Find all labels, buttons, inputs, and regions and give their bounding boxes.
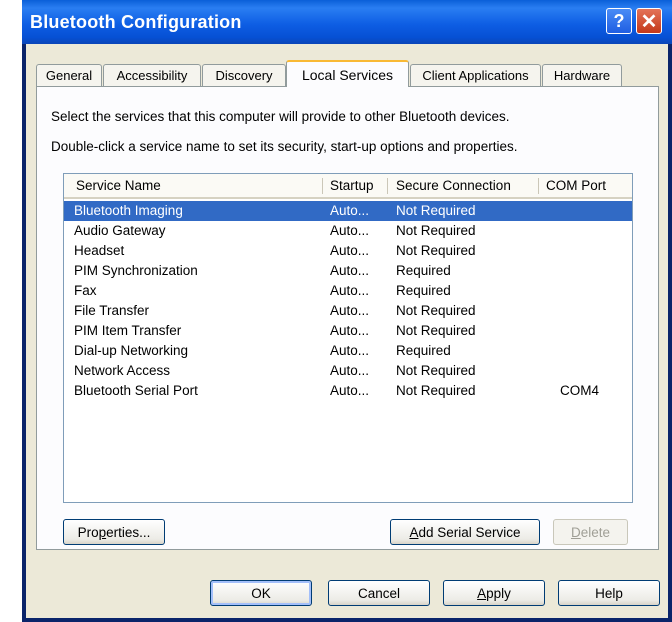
cell-secure-connection: Not Required — [396, 383, 476, 398]
table-row[interactable]: Fax Auto... Required — [64, 281, 632, 301]
button-label: erties... — [106, 524, 151, 540]
cell-startup: Auto... — [330, 283, 370, 298]
cell-secure-connection: Required — [396, 343, 451, 358]
close-icon: ✕ — [640, 10, 658, 33]
button-label: elete — [580, 524, 611, 540]
table-row[interactable]: Bluetooth Imaging Auto... Not Required — [64, 201, 632, 221]
cell-startup: Auto... — [330, 263, 370, 278]
table-row[interactable]: File Transfer Auto... Not Required — [64, 301, 632, 321]
table-row[interactable]: Audio Gateway Auto... Not Required — [64, 221, 632, 241]
table-row[interactable]: Bluetooth Serial Port Auto... Not Required… — [64, 381, 632, 401]
tab-local-services[interactable]: Local Services — [286, 60, 409, 87]
button-label: pply — [486, 585, 511, 601]
cell-service-name: Fax — [74, 283, 97, 298]
properties-button[interactable]: Pro p erties... — [63, 519, 165, 545]
cell-service-name: Bluetooth Imaging — [74, 203, 183, 218]
table-row[interactable]: Network Access Auto... Not Required — [64, 361, 632, 381]
column-divider[interactable] — [387, 178, 388, 194]
cell-service-name: Headset — [74, 243, 125, 258]
button-label: dd Serial Service — [418, 524, 521, 540]
tab-hardware[interactable]: Hardware — [542, 64, 622, 86]
cell-startup: Auto... — [330, 223, 370, 238]
tab-general[interactable]: General — [36, 64, 102, 86]
cell-service-name: PIM Item Transfer — [74, 323, 182, 338]
button-label-accelerator: p — [98, 524, 107, 540]
cell-startup: Auto... — [330, 303, 370, 318]
cell-service-name: Audio Gateway — [74, 223, 166, 238]
local-services-panel: Select the services that this computer w… — [36, 86, 659, 550]
window-title: Bluetooth Configuration — [30, 12, 242, 32]
ok-button[interactable]: OK — [210, 580, 312, 606]
button-label: Pro — [77, 524, 99, 540]
column-divider[interactable] — [538, 178, 539, 194]
cell-secure-connection: Not Required — [396, 203, 476, 218]
question-mark-icon: ? — [613, 10, 625, 31]
cell-service-name: Dial-up Networking — [74, 343, 189, 358]
cell-service-name: Network Access — [74, 363, 171, 378]
delete-button[interactable]: Delete — [553, 519, 628, 545]
cell-secure-connection: Not Required — [396, 363, 476, 378]
cell-startup: Auto... — [330, 383, 370, 398]
tab-client-applications[interactable]: Client Applications — [410, 64, 541, 86]
tab-accessibility[interactable]: Accessibility — [103, 64, 201, 86]
tab-discovery[interactable]: Discovery — [202, 64, 286, 86]
button-label-accelerator: D — [570, 524, 581, 540]
cell-secure-connection: Required — [396, 283, 451, 298]
cell-startup: Auto... — [330, 203, 370, 218]
button-label-accelerator: A — [409, 524, 419, 540]
list-header: Service Name Startup Secure Connection C… — [64, 174, 632, 199]
table-row[interactable]: PIM Item Transfer Auto... Not Required — [64, 321, 632, 341]
cell-secure-connection: Not Required — [396, 223, 476, 238]
title-bar[interactable]: Bluetooth Configuration ? ✕ — [22, 0, 672, 44]
cell-secure-connection: Required — [396, 263, 451, 278]
cell-service-name: File Transfer — [74, 303, 150, 318]
cell-com-port: COM4 — [560, 383, 600, 398]
cell-startup: Auto... — [330, 363, 370, 378]
column-header-com-port[interactable]: COM Port — [546, 178, 606, 193]
table-row[interactable]: PIM Synchronization Auto... Required — [64, 261, 632, 281]
table-row[interactable]: Headset Auto... Not Required — [64, 241, 632, 261]
column-header-startup[interactable]: Startup — [330, 178, 374, 193]
button-label-accelerator: A — [477, 585, 487, 601]
cell-startup: Auto... — [330, 343, 370, 358]
add-serial-service-button[interactable]: Add Serial Service — [390, 519, 540, 545]
table-row[interactable]: Dial-up Networking Auto... Required — [64, 341, 632, 361]
description-line-2: Double-click a service name to set its s… — [51, 139, 518, 154]
cell-secure-connection: Not Required — [396, 243, 476, 258]
cell-secure-connection: Not Required — [396, 323, 476, 338]
column-header-secure-connection[interactable]: Secure Connection — [396, 178, 511, 193]
cancel-button[interactable]: Cancel — [328, 580, 430, 606]
dialog-client-area: General Accessibility Discovery Local Se… — [26, 44, 668, 618]
services-list[interactable]: Service Name Startup Secure Connection C… — [63, 173, 633, 503]
description-line-1: Select the services that this computer w… — [51, 109, 510, 124]
bluetooth-config-window: Bluetooth Configuration ? ✕ General Acce… — [22, 0, 672, 622]
cell-service-name: Bluetooth Serial Port — [74, 383, 198, 398]
cell-startup: Auto... — [330, 243, 370, 258]
cell-service-name: PIM Synchronization — [74, 263, 198, 278]
help-title-button[interactable]: ? — [606, 8, 632, 34]
cell-secure-connection: Not Required — [396, 303, 476, 318]
apply-button[interactable]: Apply — [443, 580, 545, 606]
cell-startup: Auto... — [330, 323, 370, 338]
close-button[interactable]: ✕ — [636, 8, 662, 34]
column-header-service-name[interactable]: Service Name — [76, 178, 161, 193]
column-divider[interactable] — [322, 178, 323, 194]
help-button[interactable]: Help — [558, 580, 660, 606]
